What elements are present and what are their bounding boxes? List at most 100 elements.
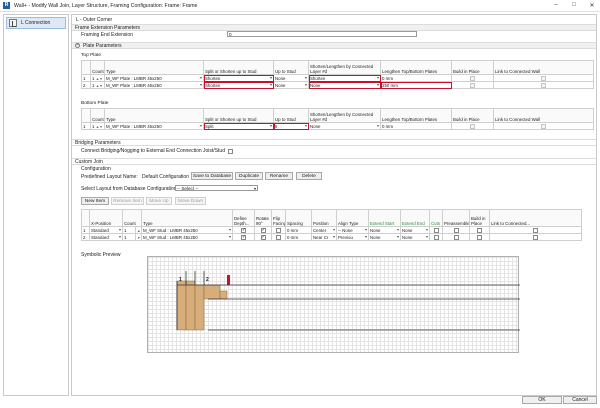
- table-row[interactable]: 1 1 ▲▼ M_WF Plate : LMBR 45x250 Shorten …: [81, 74, 594, 82]
- lengthen-input[interactable]: 0 mm: [380, 74, 452, 82]
- count-stepper[interactable]: 1: [122, 226, 136, 234]
- table-row[interactable]: 2 Standard 1 ▼ M_WF Stud : LMBR 45x250 0…: [81, 233, 582, 241]
- preview-label-2: 2: [206, 277, 209, 283]
- delete-button[interactable]: Delete: [296, 172, 322, 180]
- build-in-place-checkbox[interactable]: [470, 123, 475, 129]
- window-title: Wall+ - Modify Wall Join, Layer Structur…: [14, 2, 198, 9]
- stud-2b: [219, 290, 228, 300]
- highlight-marker: [227, 275, 230, 285]
- col-rotate: Rotate 90°: [254, 209, 272, 227]
- custom-join-table: X-Position Count Type Define Depth... Ro…: [81, 209, 582, 241]
- x-position-select[interactable]: Standard: [89, 226, 123, 234]
- save-to-database-button[interactable]: Save to Database: [191, 172, 233, 180]
- bottom-plate-table: Count Type Split or Shorten up to Stud U…: [81, 108, 594, 130]
- count-stepper[interactable]: 1: [122, 233, 136, 241]
- split-select[interactable]: Shorten: [203, 74, 274, 82]
- define-depth-checkbox[interactable]: [241, 228, 246, 233]
- type-select[interactable]: M_WF Plate : LMBR 45x250: [104, 122, 204, 130]
- link-connected-checkbox[interactable]: [541, 123, 546, 129]
- count-stepper[interactable]: 1 ▲▼: [90, 74, 105, 82]
- rotate-checkbox[interactable]: [260, 235, 266, 240]
- minimize-button[interactable]: –: [552, 2, 560, 9]
- align-type-select[interactable]: Previou: [336, 233, 369, 241]
- shorten-select[interactable]: None: [308, 81, 381, 89]
- close-button[interactable]: ✕: [588, 2, 596, 9]
- type-select[interactable]: M_WF Stud : LMBR 45x250: [141, 226, 233, 234]
- count-stepper[interactable]: 1 ▲▼: [90, 81, 105, 89]
- col-up-to-stud: Up to Stud: [273, 108, 309, 123]
- duplicate-button[interactable]: Duplicate: [235, 172, 263, 180]
- table-row[interactable]: 2 1 ▲▼ M_WF Plate : LMBR 45x250 Shorten …: [81, 81, 594, 89]
- select-layout-dropdown[interactable]: -- Select -- ▾: [175, 185, 258, 191]
- col-x-position: X-Position: [89, 209, 123, 227]
- extend-start-select[interactable]: None: [368, 233, 401, 241]
- frame-extension-header: Frame Extension Parameters: [72, 24, 596, 31]
- spacing-input[interactable]: 0 mm: [285, 226, 312, 234]
- rotate-checkbox[interactable]: [260, 228, 266, 233]
- shorten-select[interactable]: Shorten: [308, 74, 381, 82]
- spacing-input[interactable]: 0 mm: [285, 233, 312, 241]
- type-select[interactable]: M_WF Stud : LMBR 45x250: [141, 233, 233, 241]
- sidebar-item-l-connection[interactable]: L Connection: [6, 17, 66, 29]
- build-in-place-checkbox[interactable]: [470, 75, 475, 81]
- title-bar: R Wall+ - Modify Wall Join, Layer Struct…: [0, 0, 600, 12]
- table-row[interactable]: 1 Standard 1 ▲ M_WF Stud : LMBR 45x250 0…: [81, 226, 582, 234]
- link-connected-checkbox[interactable]: [533, 227, 538, 233]
- col-align-type: Align Type: [336, 209, 369, 227]
- define-depth-checkbox[interactable]: [241, 235, 246, 240]
- split-select[interactable]: Split: [203, 122, 274, 130]
- framing-end-extension-input[interactable]: 0: [227, 31, 417, 37]
- maximize-button[interactable]: □: [570, 2, 578, 9]
- count-stepper[interactable]: 1 ▲▼: [90, 122, 105, 130]
- row-number: 2: [81, 81, 91, 89]
- bottom-plate-label: Bottom Plate: [81, 101, 109, 106]
- up-to-stud-select[interactable]: None: [273, 74, 309, 82]
- col-define-depth: Define Depth...: [232, 209, 255, 227]
- link-connected-checkbox[interactable]: [541, 75, 546, 81]
- symbolic-preview-drawing: 1 2: [176, 271, 520, 331]
- move-up-button[interactable]: Move Up: [146, 197, 172, 205]
- flip-facing-checkbox[interactable]: [276, 234, 281, 240]
- table-row[interactable]: 1 1 ▲▼ M_WF Plate : LMBR 45x250 Split 5 …: [81, 122, 594, 130]
- collapse-icon[interactable]: ⌃: [75, 43, 80, 48]
- type-select[interactable]: M_WF Plate : LMBR 45x250: [104, 81, 204, 89]
- extend-end-select[interactable]: None: [400, 226, 430, 234]
- row-number: 2: [81, 233, 90, 241]
- build-in-place-checkbox[interactable]: [477, 227, 482, 233]
- position-select[interactable]: Near Cr: [311, 233, 337, 241]
- type-select[interactable]: M_WF Plate : LMBR 45x250: [104, 74, 204, 82]
- bridging-checkbox[interactable]: [227, 148, 233, 154]
- cuts-checkbox[interactable]: [433, 234, 439, 240]
- extend-end-select[interactable]: None: [400, 233, 430, 241]
- cuts-checkbox[interactable]: [433, 227, 439, 233]
- col-split: Split or Shorten up to Stud: [203, 108, 274, 123]
- up-to-stud-select[interactable]: None: [273, 81, 309, 89]
- remove-item-button[interactable]: Remove Item: [111, 197, 144, 205]
- plate-parameters-header[interactable]: ⌃ Plate Parameters: [72, 42, 596, 49]
- stud-1b: [185, 280, 196, 331]
- shorten-select[interactable]: None: [308, 122, 381, 130]
- build-in-place-checkbox[interactable]: [470, 82, 475, 88]
- cancel-button[interactable]: Cancel: [563, 396, 597, 404]
- extend-start-select[interactable]: None: [368, 226, 401, 234]
- position-select[interactable]: Center: [311, 226, 337, 234]
- move-down-button[interactable]: Move Down: [175, 197, 206, 205]
- ok-button[interactable]: OK: [522, 396, 562, 404]
- link-connected-checkbox[interactable]: [541, 82, 546, 88]
- page-title: L - Outer Corner: [76, 17, 113, 23]
- lengthen-input[interactable]: 0 mm: [380, 122, 452, 130]
- split-select[interactable]: Shorten: [203, 81, 274, 89]
- col-position: Position: [311, 209, 337, 227]
- x-position-select[interactable]: Standard: [89, 233, 123, 241]
- new-item-button[interactable]: New Item: [81, 197, 109, 205]
- preassembled-checkbox[interactable]: [453, 234, 459, 240]
- preassembled-checkbox[interactable]: [453, 227, 459, 233]
- link-connected-checkbox[interactable]: [533, 234, 538, 240]
- rename-button[interactable]: Rename: [265, 172, 293, 180]
- align-type-select[interactable]: -- None: [336, 226, 369, 234]
- up-to-stud-select[interactable]: 5: [273, 122, 309, 130]
- lengthen-input[interactable]: 250 mm: [380, 81, 452, 89]
- flip-facing-checkbox[interactable]: [276, 227, 281, 233]
- col-type: Type: [141, 209, 233, 227]
- build-in-place-checkbox[interactable]: [477, 234, 482, 240]
